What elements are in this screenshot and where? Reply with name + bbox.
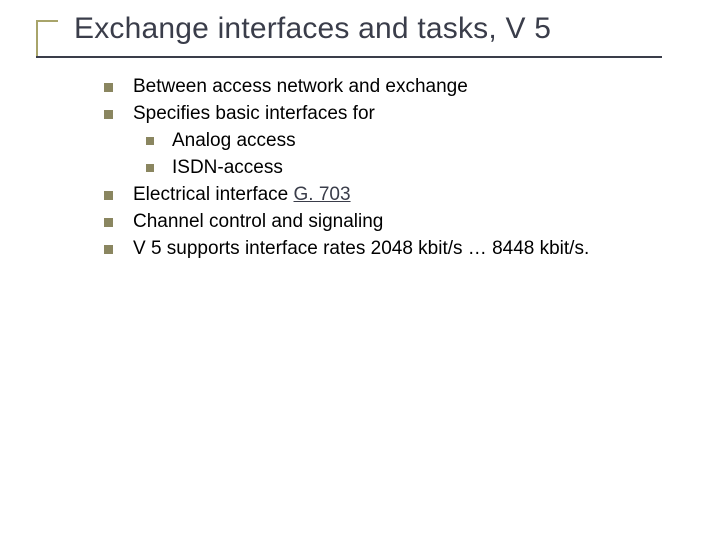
list-item-text: ISDN-access [172,155,684,182]
bullet-icon [146,137,154,145]
bullet-icon [146,164,154,172]
list-item-text: Channel control and signaling [133,209,684,236]
body-text: Between access network and exchange Spec… [104,74,684,263]
bullet-icon [104,218,113,227]
list-item-text: Electrical interface G. 703 [133,182,684,209]
list-item: V 5 supports interface rates 2048 kbit/s… [104,236,684,263]
list-item-text-pre: Electrical interface [133,184,294,205]
list-item-text: V 5 supports interface rates 2048 kbit/s… [133,236,684,263]
list-item-sub: Analog access [146,128,684,155]
list-item-text: Between access network and exchange [133,74,684,101]
link-g703[interactable]: G. 703 [294,184,351,205]
list-item: Channel control and signaling [104,209,684,236]
slide-title: Exchange interfaces and tasks, V 5 [74,12,551,46]
slide: Exchange interfaces and tasks, V 5 Betwe… [0,0,720,540]
list-item-text: Analog access [172,128,684,155]
bullet-icon [104,110,113,119]
bullet-icon [104,83,113,92]
bullet-icon [104,191,113,200]
list-item-sub: ISDN-access [146,155,684,182]
list-item-text: Specifies basic interfaces for [133,101,684,128]
list-item: Between access network and exchange [104,74,684,101]
list-item: Specifies basic interfaces for [104,101,684,128]
corner-ornament [36,20,58,56]
bullet-icon [104,245,113,254]
list-item: Electrical interface G. 703 [104,182,684,209]
title-underline [36,56,662,58]
